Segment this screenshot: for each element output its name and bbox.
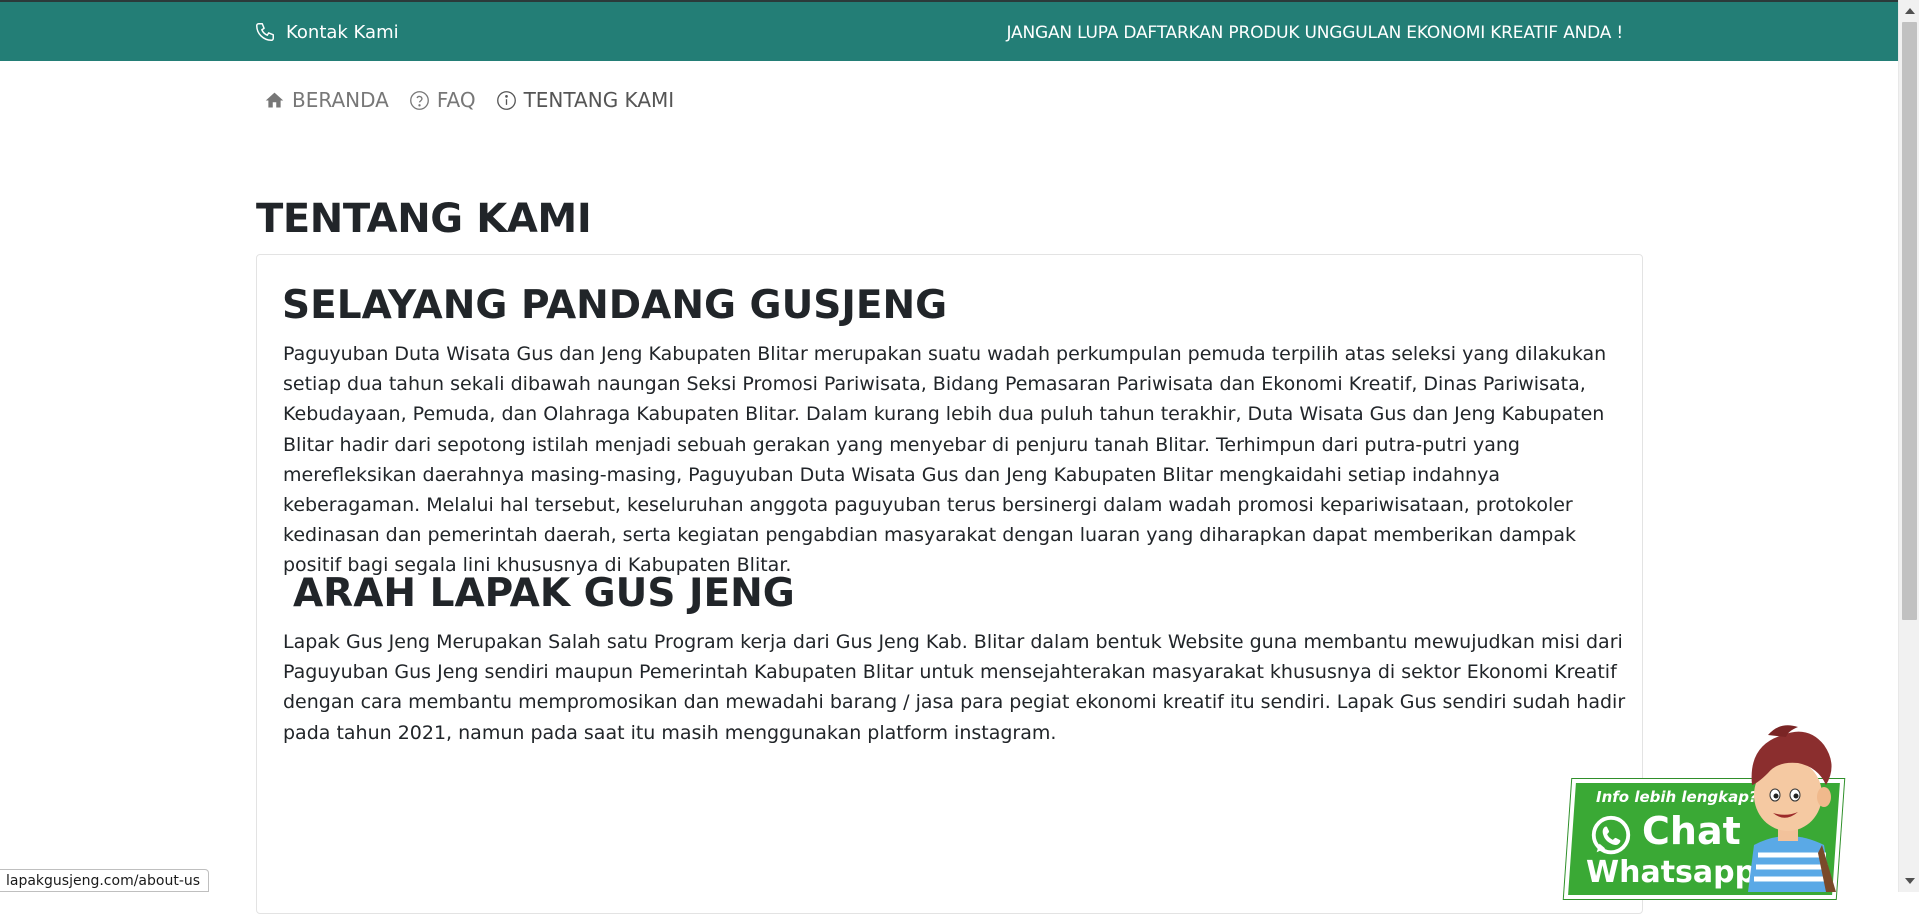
mascot-boy-illustration <box>1748 725 1836 892</box>
section-heading-selayang: SELAYANG PANDANG GUSJENG <box>282 283 948 328</box>
section-body-arah: Lapak Gus Jeng Merupakan Salah satu Prog… <box>283 631 1626 744</box>
question-circle-icon <box>409 90 429 110</box>
nav-item-label: TENTANG KAMI <box>523 88 675 112</box>
page-title: TENTANG KAMI <box>256 196 592 242</box>
whatsapp-icon <box>1591 815 1631 855</box>
promo-banner-text: JANGAN LUPA DAFTARKAN PRODUK UNGGULAN EK… <box>1006 23 1624 43</box>
info-circle-icon <box>496 90 516 110</box>
nav-item-label: BERANDA <box>292 88 389 112</box>
content-card: SELAYANG PANDANG GUSJENG Paguyuban Duta … <box>256 254 1643 914</box>
whatsapp-chat-label: Chat <box>1642 809 1741 853</box>
status-bar-url: lapakgusjeng.com/about-us <box>0 869 210 892</box>
nav-item-label: FAQ <box>436 88 476 112</box>
scrollbar-thumb[interactable] <box>1902 22 1917 620</box>
top-bar: Kontak Kami JANGAN LUPA DAFTARKAN PRODUK… <box>0 0 1898 61</box>
whatsapp-chat-widget[interactable]: Info lebih lengkap? Chat Whatsapp <box>1560 715 1860 899</box>
home-icon <box>265 92 284 107</box>
section-body-selayang: Paguyuban Duta Wisata Gus dan Jeng Kabup… <box>283 343 1607 577</box>
scroll-down-arrow-icon[interactable] <box>1905 878 1915 884</box>
section-heading-arah: ARAH LAPAK GUS JENG <box>293 571 795 616</box>
nav-item-tentang-kami[interactable]: TENTANG KAMI <box>496 88 675 112</box>
main-nav: BERANDA FAQ TENTANG KAMI <box>264 88 674 112</box>
nav-item-faq[interactable]: FAQ <box>409 88 476 112</box>
contact-link[interactable]: Kontak Kami <box>254 21 399 43</box>
phone-icon <box>256 23 274 41</box>
scroll-up-arrow-icon[interactable] <box>1905 8 1915 14</box>
nav-item-beranda[interactable]: BERANDA <box>264 88 389 112</box>
page-scrollbar[interactable] <box>1898 0 1919 892</box>
contact-label: Kontak Kami <box>286 21 399 43</box>
